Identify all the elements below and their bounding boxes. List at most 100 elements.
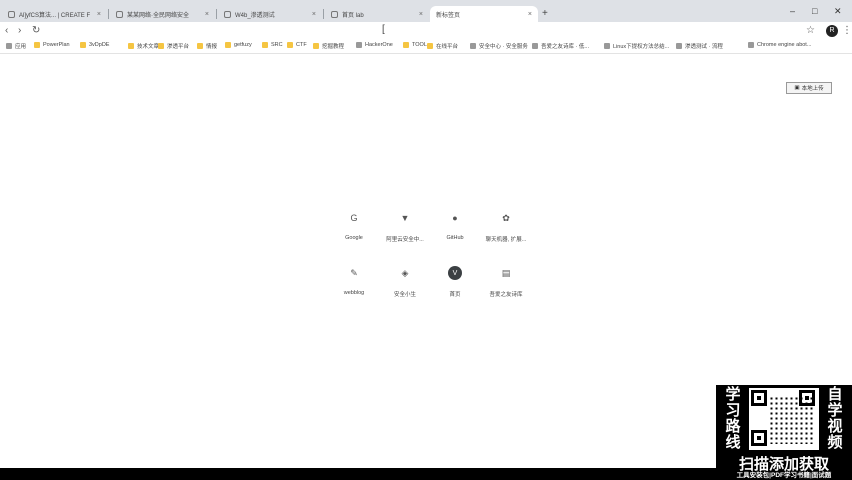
folder-icon xyxy=(262,42,268,48)
star-icon[interactable]: ☆ xyxy=(806,25,815,36)
bookmark-item[interactable]: Linux下提权方法总结... xyxy=(604,42,669,50)
bookmark-item[interactable]: CTF xyxy=(287,42,307,48)
promo-char: 习 xyxy=(725,402,741,419)
site-icon xyxy=(748,42,754,48)
promo-char: 学 xyxy=(725,386,741,403)
tab-separator xyxy=(216,9,217,19)
bookmark-item[interactable]: 情报 xyxy=(197,42,217,50)
close-window-icon[interactable]: ✕ xyxy=(834,6,842,17)
tab-title: Al]yfCS算法... | CREATE F xyxy=(19,12,91,19)
tab-1[interactable]: Al]yfCS算法... | CREATE F × xyxy=(2,6,107,22)
bookmark-label: PowerPlan xyxy=(43,42,70,48)
bookmark-label: getfuzy xyxy=(234,42,252,48)
qr-finder xyxy=(751,390,767,406)
bookmark-item[interactable]: TOOL xyxy=(403,42,427,48)
bookmark-label: Chrome engine abot... xyxy=(757,42,812,48)
forward-icon[interactable]: › xyxy=(18,25,21,36)
tab-4[interactable]: 首页 lab × xyxy=(325,6,429,22)
maximize-icon[interactable]: □ xyxy=(812,6,817,16)
bookmark-label: 在线平台 xyxy=(436,44,459,50)
toolbar: ‹ › ↻ [ ☆ R ⋮ xyxy=(0,22,852,40)
bookmark-item[interactable]: 3vDpDE xyxy=(80,42,109,48)
tab-favicon-icon xyxy=(224,10,231,18)
tab-2[interactable]: 某某网络·全民网络安全 × xyxy=(110,6,215,22)
bookmark-label: 情报 xyxy=(206,44,218,50)
minimize-icon[interactable]: – xyxy=(790,6,795,16)
bookmark-item[interactable]: 渗透测试 · 流程 xyxy=(676,42,723,50)
qr-finder xyxy=(751,430,767,446)
reload-icon[interactable]: ↻ xyxy=(32,25,40,36)
bookmark-item[interactable]: 挖掘教程 xyxy=(313,42,344,50)
tab-favicon-icon xyxy=(116,10,123,18)
book-icon: ▤ xyxy=(501,267,511,278)
tab-title: 某某网络·全民网络安全 xyxy=(127,12,189,19)
tab-favicon-icon xyxy=(8,10,15,18)
image-icon: ▣ xyxy=(794,85,800,91)
bookmark-item[interactable]: Chrome engine abot... xyxy=(748,42,811,48)
v-icon: V xyxy=(448,266,462,280)
close-icon[interactable]: × xyxy=(419,11,423,18)
avatar[interactable]: R xyxy=(826,25,838,37)
site-icon xyxy=(470,43,476,49)
folder-icon xyxy=(427,43,433,49)
bookmark-apps[interactable]: 应用 xyxy=(6,42,26,50)
promo-char: 频 xyxy=(827,434,843,451)
bookmark-item[interactable]: PowerPlan xyxy=(34,42,70,48)
bookmark-item[interactable]: 在线平台 xyxy=(427,42,458,50)
promo-char: 线 xyxy=(725,434,741,451)
folder-icon xyxy=(313,43,319,49)
menu-icon[interactable]: ⋮ xyxy=(842,25,852,36)
badge-icon: ◈ xyxy=(401,267,409,278)
tab-favicon-icon xyxy=(331,10,338,18)
bookmark-label: 安全中心 · 安全服务 xyxy=(479,44,528,50)
bookmark-item[interactable]: HackerOne xyxy=(356,42,393,48)
folder-icon xyxy=(287,42,293,48)
bookmark-item[interactable]: 吾爱之友诗库 · 低... xyxy=(532,42,589,50)
site-icon xyxy=(356,42,362,48)
promo-right-text: 自 学 视 频 xyxy=(824,387,846,451)
shortcut-label: 聊天机器, 扩展... xyxy=(485,237,527,243)
folder-icon xyxy=(403,42,409,48)
bookmark-item[interactable]: 渗透平台 xyxy=(158,42,189,50)
site-icon xyxy=(604,43,610,49)
bookmark-label: 3vDpDE xyxy=(89,42,110,48)
bookmark-label: 应用 xyxy=(15,44,27,50)
shortcut-label: 吾爱之友诗库 xyxy=(489,292,523,298)
shortcut-chat[interactable]: ✿ 聊天机器, 扩展... xyxy=(476,211,536,244)
close-icon[interactable]: × xyxy=(528,11,532,18)
shortcut-book[interactable]: ▤ 吾爱之友诗库 xyxy=(476,266,536,299)
bookmark-item[interactable]: getfuzy xyxy=(225,42,252,48)
qr-pattern xyxy=(769,396,813,444)
bookmark-item[interactable]: 安全中心 · 安全服务 xyxy=(470,42,528,50)
new-tab-icon[interactable]: + xyxy=(542,8,548,19)
chat-icon: ✿ xyxy=(502,212,510,223)
back-icon[interactable]: ‹ xyxy=(5,25,8,36)
tab-3[interactable]: W4b_渗透测试 × xyxy=(218,6,322,22)
site-icon xyxy=(676,43,682,49)
promo-char: 学 xyxy=(827,402,843,419)
bookmark-item[interactable]: SRC xyxy=(262,42,283,48)
github-icon: ● xyxy=(452,213,458,223)
promo-left-text: 学 习 路 线 xyxy=(722,387,744,451)
address-bar-value: [ xyxy=(382,24,385,35)
address-bar[interactable]: [ xyxy=(48,24,768,38)
folder-icon xyxy=(225,42,231,48)
tab-separator xyxy=(108,9,109,19)
close-icon[interactable]: × xyxy=(97,11,101,18)
upload-button[interactable]: ▣ 本地上传 xyxy=(786,82,832,94)
bookmark-label: 渗透测试 · 流程 xyxy=(685,44,723,50)
bookmark-label: 吾爱之友诗库 · 低... xyxy=(541,44,589,50)
folder-icon xyxy=(128,43,134,49)
bookmarks-bar: 应用 PowerPlan 3vDpDE 技术文章 渗透平台 情报 getfuzy… xyxy=(0,40,852,54)
qr-code[interactable] xyxy=(749,388,819,450)
close-icon[interactable]: × xyxy=(312,11,316,18)
bookmark-label: Linux下提权方法总结... xyxy=(613,44,670,50)
close-icon[interactable]: × xyxy=(205,11,209,18)
bookmark-item[interactable]: 技术文章 xyxy=(128,42,159,50)
tab-separator xyxy=(323,9,324,19)
promo-subline: 工具安装包|PDF学习书籍|面试题 xyxy=(736,472,832,479)
tab-5-active[interactable]: 新标签页 × xyxy=(430,6,538,22)
site-icon xyxy=(532,43,538,49)
folder-icon xyxy=(80,42,86,48)
shield-icon: ▼ xyxy=(400,213,410,223)
